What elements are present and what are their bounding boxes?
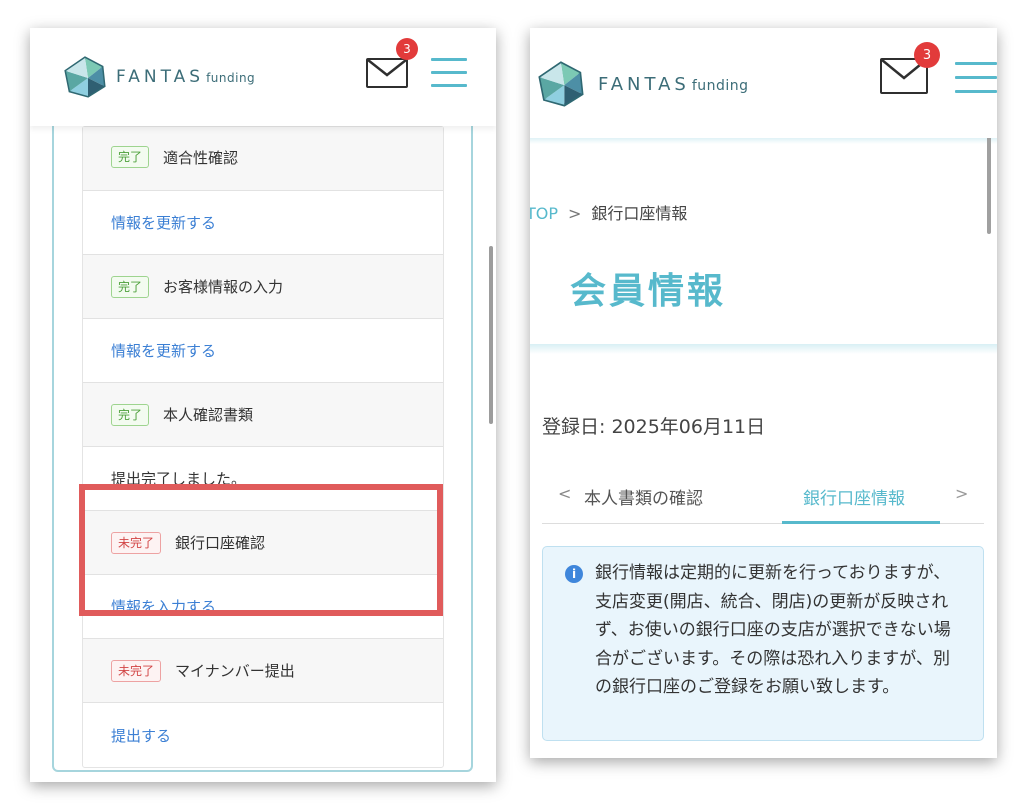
- notification-badge: 3: [914, 42, 940, 68]
- tab-documents[interactable]: 本人書類の確認: [584, 484, 703, 509]
- tab-prev-arrow[interactable]: <: [558, 484, 571, 503]
- breadcrumb-top-link[interactable]: TOP: [530, 204, 558, 223]
- logo-icon: [64, 56, 106, 98]
- list-item-label: 適合性確認: [163, 149, 239, 167]
- list-item: 完了 適合性確認: [83, 127, 443, 191]
- logo[interactable]: FANTAS funding: [538, 61, 749, 107]
- update-info-link[interactable]: 情報を更新する: [83, 191, 443, 255]
- info-notice: i 銀行情報は定期的に更新を行っておりますが、支店変更(開店、統合、閉店)の更新…: [542, 546, 984, 741]
- logo[interactable]: FANTAS funding: [64, 56, 255, 98]
- logo-icon: [538, 61, 584, 107]
- menu-icon[interactable]: [955, 62, 997, 94]
- title-divider: [530, 344, 997, 354]
- scrollbar[interactable]: [489, 246, 493, 424]
- highlight-box: [79, 484, 443, 616]
- link-label[interactable]: 提出する: [111, 725, 171, 746]
- breadcrumb: TOP > 銀行口座情報: [530, 200, 687, 224]
- status-badge: 完了: [111, 146, 150, 168]
- breadcrumb-separator: >: [568, 204, 582, 223]
- list-item: 完了 お客様情報の入力: [83, 255, 443, 319]
- tab-bank-account[interactable]: 銀行口座情報: [803, 484, 905, 509]
- page-title: 会員情報: [570, 271, 727, 312]
- mail-icon[interactable]: 3: [366, 38, 418, 88]
- list-item: 未完了 マイナンバー提出: [83, 639, 443, 703]
- registration-date: 登録日: 2025年06月11日: [542, 416, 766, 438]
- list-item: 完了 本人確認書類: [83, 383, 443, 447]
- right-screen: FANTAS funding 3 TOP > 銀行口座情報 会員情報 登録日: 202…: [530, 28, 997, 758]
- status-badge: 完了: [111, 403, 150, 426]
- notice-text: 銀行情報は定期的に更新を行っておりますが、支店変更(開店、統合、閉店)の更新が反…: [595, 563, 951, 697]
- breadcrumb-current: 銀行口座情報: [591, 204, 688, 223]
- status-badge: 完了: [111, 275, 150, 298]
- menu-icon[interactable]: [431, 58, 467, 88]
- site-header: FANTAS funding 3: [530, 28, 997, 138]
- submit-link[interactable]: 提出する: [83, 703, 443, 767]
- logo-text: FANTAS funding: [116, 67, 256, 87]
- link-label[interactable]: 情報を更新する: [111, 340, 216, 361]
- info-icon: i: [565, 565, 583, 583]
- screenshot-stage: 完了 適合性確認 情報を更新する 完了 お客様情報の入力 情報を更新する 完了 …: [0, 0, 1024, 808]
- list-item-label: マイナンバー提出: [175, 662, 295, 680]
- left-screen: 完了 適合性確認 情報を更新する 完了 お客様情報の入力 情報を更新する 完了 …: [30, 28, 496, 782]
- logo-text: FANTAS funding: [598, 73, 749, 95]
- tab-next-arrow[interactable]: >: [955, 484, 968, 503]
- header-divider: [530, 138, 997, 144]
- status-badge: 未完了: [111, 659, 162, 682]
- site-header: FANTAS funding 3: [30, 28, 496, 126]
- link-label[interactable]: 情報を更新する: [111, 212, 216, 233]
- active-tab-indicator: [782, 521, 940, 524]
- notification-badge: 3: [396, 38, 418, 60]
- progress-list: 完了 適合性確認 情報を更新する 完了 お客様情報の入力 情報を更新する 完了 …: [82, 126, 444, 768]
- mail-icon[interactable]: 3: [880, 42, 940, 94]
- list-item-label: 本人確認書類: [163, 406, 254, 424]
- tab-bar: < 本人書類の確認 銀行口座情報 >: [542, 476, 984, 524]
- list-item-label: お客様情報の入力: [163, 278, 284, 296]
- update-info-link[interactable]: 情報を更新する: [83, 319, 443, 383]
